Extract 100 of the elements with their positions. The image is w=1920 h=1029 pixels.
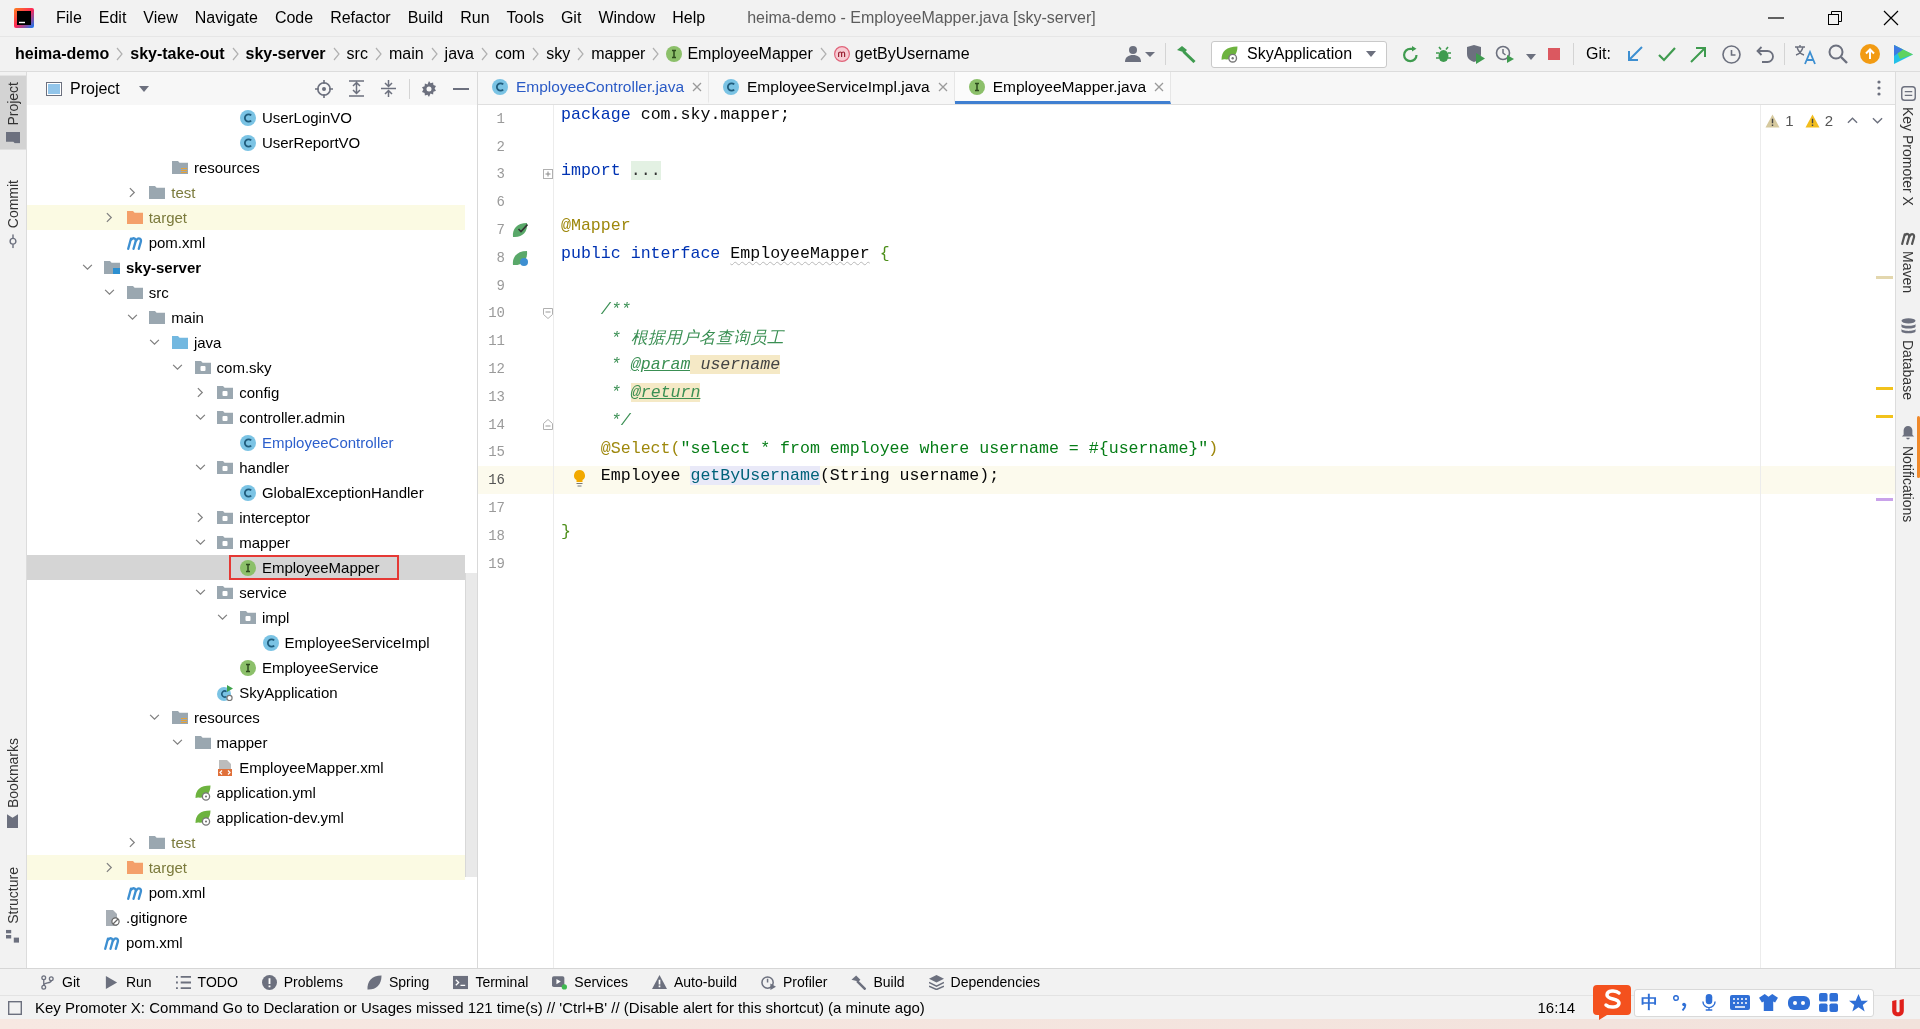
gamepad-icon[interactable] — [1788, 994, 1810, 1011]
chevron-down-icon[interactable] — [172, 739, 184, 746]
tree-item[interactable]: handler — [27, 455, 465, 480]
tree-item[interactable]: resources — [27, 705, 465, 730]
breadcrumb[interactable]: main — [388, 45, 424, 63]
tree-item[interactable]: resources — [27, 155, 465, 180]
chevron-right-icon[interactable] — [196, 512, 204, 523]
tree-item[interactable]: EmployeeMapper.xml — [27, 755, 465, 780]
edge-handle[interactable] — [1917, 416, 1920, 478]
chevron-right-icon[interactable] — [106, 212, 114, 223]
tree-item[interactable]: impl — [27, 605, 465, 630]
push-arrow-icon[interactable] — [1690, 45, 1707, 63]
breadcrumb[interactable]: sky — [546, 45, 571, 63]
tool-window-button[interactable]: Problems — [261, 974, 343, 990]
tool-window-button[interactable]: Database — [1900, 317, 1916, 400]
rerun-icon[interactable] — [1402, 45, 1420, 63]
user-icon[interactable] — [1124, 45, 1156, 63]
error-stripe-mark[interactable] — [1876, 497, 1893, 501]
fold-icon[interactable] — [543, 307, 553, 319]
collapse-all-icon[interactable] — [381, 80, 396, 97]
chevron-down-icon[interactable] — [194, 464, 206, 471]
chevron-down-icon[interactable] — [149, 339, 161, 346]
tree-item[interactable]: pom.xml — [27, 930, 465, 955]
tray-app-icon[interactable] — [1892, 998, 1904, 1017]
bug-icon[interactable] — [1435, 45, 1453, 63]
tree-item[interactable]: test — [27, 830, 465, 855]
menu-item[interactable]: Code — [274, 8, 314, 28]
tree-item[interactable]: pom.xml — [27, 230, 465, 255]
breadcrumb[interactable]: getByUsername — [833, 45, 970, 63]
editor-tab[interactable]: EmployeeServiceImpl.java — [709, 72, 955, 104]
tree-item[interactable]: mapper — [27, 530, 465, 555]
chevron-down-icon[interactable] — [194, 589, 206, 596]
tool-window-button[interactable]: Services — [552, 974, 628, 990]
tool-window-button[interactable]: Notifications — [1900, 424, 1916, 522]
tree-item[interactable]: test — [27, 180, 465, 205]
tree-item[interactable]: target — [27, 205, 465, 230]
breadcrumb[interactable]: heima-demo — [15, 45, 110, 63]
tree-item[interactable]: .gitignore — [27, 905, 465, 930]
shirt-icon[interactable] — [1759, 994, 1778, 1011]
editor-tab[interactable]: EmployeeController.java — [478, 72, 709, 104]
translate-icon[interactable] — [1794, 43, 1816, 65]
chevron-right-icon[interactable] — [128, 187, 136, 198]
undo-icon[interactable] — [1756, 45, 1774, 63]
tool-window-button[interactable]: Maven — [1900, 230, 1916, 293]
check-icon[interactable] — [1658, 46, 1676, 62]
tool-window-button[interactable]: Project — [0, 76, 26, 150]
tree-item[interactable]: sky-server — [27, 255, 465, 280]
expand-all-icon[interactable] — [349, 80, 364, 97]
chevron-down-icon[interactable] — [149, 714, 161, 721]
breadcrumb[interactable]: com — [494, 45, 526, 63]
tree-item[interactable]: UserLoginVO — [27, 105, 465, 130]
leaf-badge-icon[interactable] — [512, 249, 528, 266]
tree-item[interactable]: java — [27, 330, 465, 355]
menu-item[interactable]: File — [56, 8, 82, 28]
minimize-icon[interactable] — [453, 87, 469, 90]
menu-item[interactable]: Edit — [98, 8, 127, 28]
settings-icon[interactable] — [421, 80, 437, 97]
close-icon[interactable] — [1883, 10, 1899, 26]
tree-item[interactable]: application.yml — [27, 780, 465, 805]
breadcrumb[interactable]: sky-take-out — [130, 45, 225, 63]
tool-window-button[interactable]: Profiler — [761, 974, 828, 990]
menu-item[interactable]: View — [143, 8, 178, 28]
square-icon[interactable] — [8, 1000, 22, 1015]
tree-item[interactable]: EmployeeMapper — [27, 555, 465, 580]
chevron-right-icon[interactable] — [106, 862, 114, 873]
tree-item[interactable]: service — [27, 580, 465, 605]
menu-item[interactable]: Git — [560, 8, 582, 28]
search-icon[interactable] — [1828, 44, 1848, 64]
caret-position[interactable]: 16:14 — [1537, 999, 1575, 1016]
editor-tab[interactable]: EmployeeMapper.java — [954, 72, 1172, 104]
chevron-up-icon[interactable] — [1847, 117, 1858, 124]
breadcrumb[interactable]: EmployeeMapper — [666, 45, 813, 63]
chevron-down-icon[interactable] — [1872, 117, 1883, 124]
tool-window-button[interactable]: Run — [103, 974, 152, 990]
lightbulb-icon[interactable] — [573, 470, 586, 488]
caret-down-icon[interactable] — [138, 85, 149, 92]
more-icon[interactable] — [1877, 80, 1881, 96]
chevron-down-icon[interactable] — [81, 264, 93, 271]
scrollbar-thumb[interactable] — [465, 573, 477, 877]
tree-item[interactable]: config — [27, 380, 465, 405]
coverage-icon[interactable] — [1466, 44, 1486, 64]
restore-icon[interactable] — [1828, 11, 1842, 25]
breadcrumb[interactable]: src — [346, 45, 368, 63]
menu-item[interactable]: Window — [598, 8, 656, 28]
crosshair-icon[interactable] — [315, 79, 333, 98]
fold-icon[interactable] — [543, 419, 553, 431]
tree-item[interactable]: EmployeeService — [27, 655, 465, 680]
inspection-count[interactable]: 1 — [1765, 112, 1794, 129]
tool-window-button[interactable]: Bookmarks — [0, 732, 26, 835]
hammer-icon[interactable] — [1176, 45, 1197, 63]
tool-window-button[interactable]: Terminal — [453, 974, 529, 990]
tool-window-button[interactable]: Dependencies — [928, 974, 1041, 990]
triangle-logo-icon[interactable] — [1894, 44, 1913, 64]
breadcrumb[interactable]: sky-server — [245, 45, 326, 63]
tool-window-button[interactable]: Structure — [0, 861, 26, 949]
tree-item[interactable]: interceptor — [27, 505, 465, 530]
star-icon[interactable] — [1849, 993, 1868, 1012]
inspection-count[interactable]: 2 — [1804, 112, 1833, 129]
punctuation-icon[interactable] — [1673, 994, 1687, 1011]
tree-item[interactable]: controller.admin — [27, 405, 465, 430]
